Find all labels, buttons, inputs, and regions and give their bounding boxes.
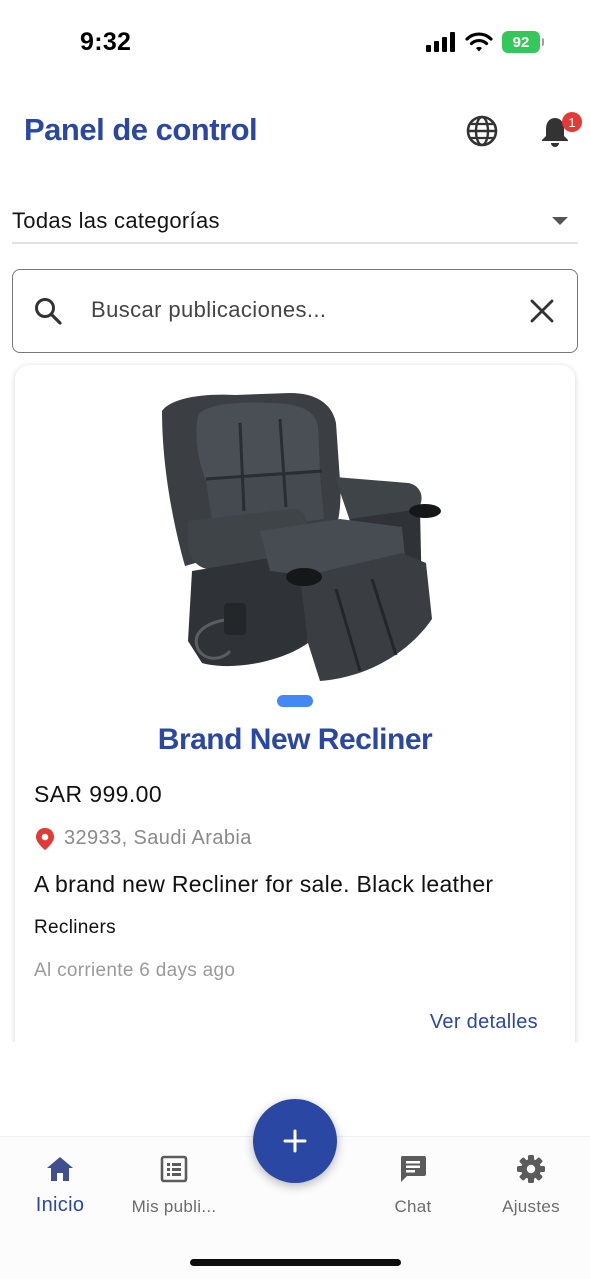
listing-card[interactable]: Brand New Recliner SAR 999.00 32933, Sau… bbox=[15, 365, 575, 1055]
listing-posted-time: Al corriente 6 days ago bbox=[34, 960, 236, 981]
nav-label-inicio: Inicio bbox=[35, 1194, 85, 1216]
add-listing-button[interactable] bbox=[253, 1099, 337, 1183]
nav-label-mis-publicaciones: Mis publi... bbox=[131, 1197, 217, 1216]
battery-indicator: 92 bbox=[502, 31, 544, 53]
location-pin-icon bbox=[36, 828, 54, 850]
language-button[interactable] bbox=[464, 113, 500, 149]
carousel-indicator-dot[interactable] bbox=[277, 695, 313, 707]
listing-title[interactable]: Brand New Recliner bbox=[15, 723, 575, 757]
notification-badge: 1 bbox=[562, 112, 582, 132]
category-dropdown[interactable]: Todas las categorías bbox=[12, 198, 578, 244]
category-selected-value: Todas las categorías bbox=[12, 208, 220, 233]
page-title: Panel de control bbox=[24, 112, 258, 147]
status-time: 9:32 bbox=[80, 28, 132, 56]
plus-icon bbox=[283, 1129, 307, 1153]
nav-item-ajustes[interactable]: Ajustes bbox=[471, 1153, 590, 1217]
wifi-icon bbox=[465, 32, 493, 52]
gear-icon bbox=[517, 1155, 545, 1183]
nav-label-ajustes: Ajustes bbox=[502, 1197, 560, 1216]
search-bar bbox=[12, 269, 578, 353]
chevron-down-icon bbox=[552, 217, 568, 225]
nav-item-chat[interactable]: Chat bbox=[353, 1153, 473, 1217]
globe-icon bbox=[466, 115, 498, 147]
chat-icon bbox=[400, 1156, 426, 1182]
battery-level: 92 bbox=[512, 33, 530, 51]
nav-item-mis-publicaciones[interactable]: Mis publi... bbox=[114, 1153, 234, 1217]
status-bar: 9:32 92 bbox=[0, 0, 590, 86]
dashboard-screen: 9:32 92 Panel de control 1 Todas las cat… bbox=[0, 0, 590, 1279]
home-icon bbox=[47, 1157, 73, 1181]
nav-item-inicio[interactable]: Inicio bbox=[0, 1153, 120, 1217]
view-details-link[interactable]: Ver detalles bbox=[430, 1011, 538, 1034]
close-icon[interactable] bbox=[529, 298, 555, 324]
listing-description: A brand new Recliner for sale. Black lea… bbox=[34, 871, 494, 897]
listing-location: 32933, Saudi Arabia bbox=[64, 827, 252, 849]
cellular-signal-icon bbox=[426, 32, 455, 52]
list-icon bbox=[160, 1155, 188, 1183]
status-icons: 92 bbox=[426, 31, 544, 53]
recliner-chair-photo[interactable] bbox=[140, 381, 460, 683]
nav-label-chat: Chat bbox=[394, 1197, 432, 1216]
search-input[interactable] bbox=[91, 292, 511, 328]
listing-category: Recliners bbox=[34, 917, 116, 938]
home-indicator[interactable] bbox=[190, 1259, 401, 1266]
listing-price: SAR 999.00 bbox=[34, 781, 163, 807]
search-icon bbox=[35, 298, 62, 325]
